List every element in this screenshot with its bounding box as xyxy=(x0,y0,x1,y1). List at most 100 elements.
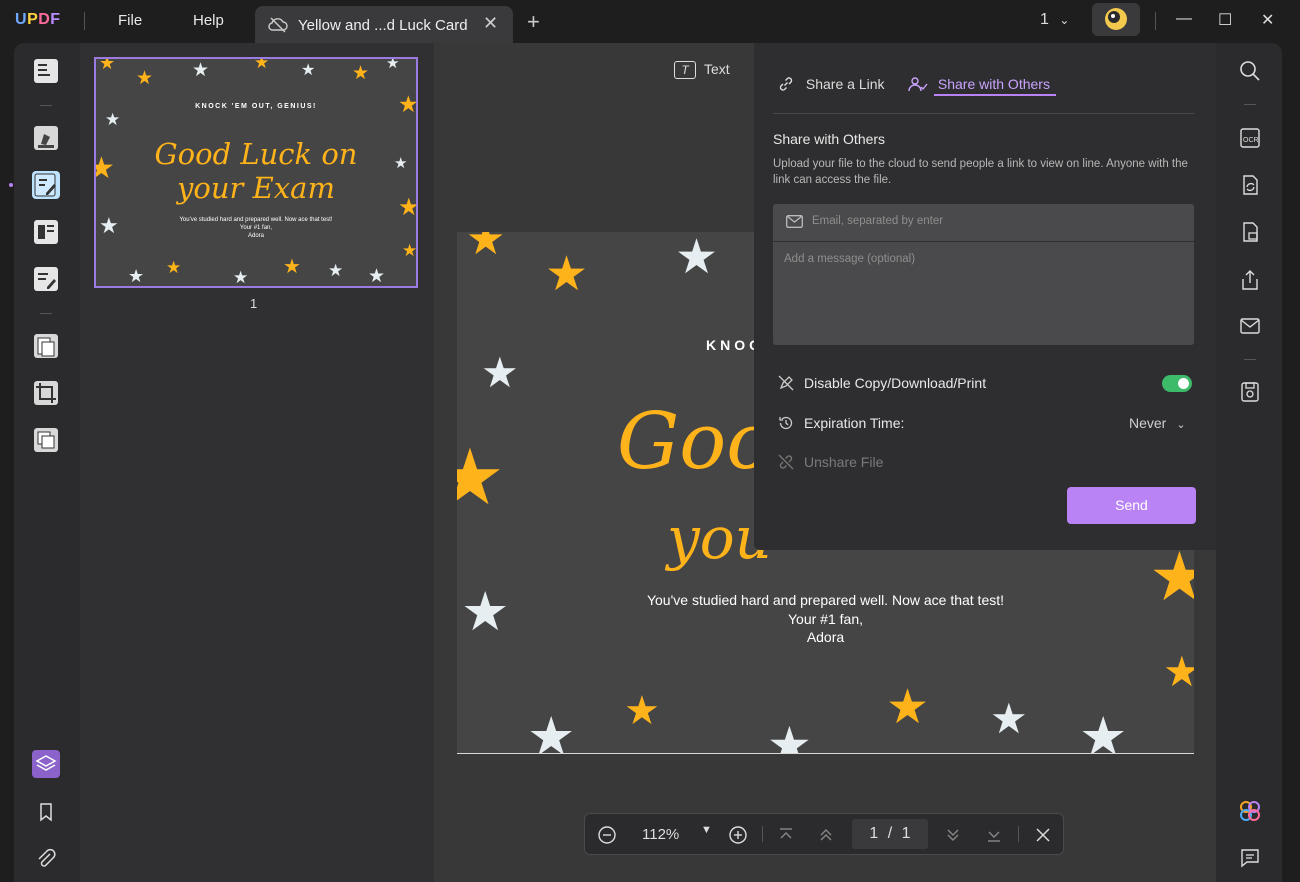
star-icon: ★ xyxy=(624,689,660,733)
tab-share-link[interactable]: Share a Link xyxy=(778,76,885,92)
card-body-line: Your #1 fan, xyxy=(239,225,273,231)
organize-pages-icon[interactable] xyxy=(32,218,60,246)
page-thumbnail[interactable]: ★ ★ ★ ★ ★ ★ ★ ★ ★ ★ ★ ★ ★ ★ ★ ★ ★ ★ ★ ★ … xyxy=(94,57,418,288)
star-icon: ★ xyxy=(402,241,418,260)
cloud-off-icon xyxy=(268,16,288,39)
star-icon: ★ xyxy=(368,266,386,287)
star-icon: ★ xyxy=(457,433,505,521)
section-title: Share with Others xyxy=(773,131,886,147)
tab-share-others-label: Share with Others xyxy=(937,76,1050,92)
star-icon: ★ xyxy=(990,695,1028,742)
active-tab-underline xyxy=(934,94,1056,96)
no-edit-icon xyxy=(778,375,794,391)
tab-close-icon[interactable]: ✕ xyxy=(483,13,498,34)
card-body-line: You've studied hard and prepared well. N… xyxy=(179,217,333,223)
message-field[interactable]: Add a message (optional) xyxy=(773,242,1194,345)
card-heading: KNOCK 'EM OUT, GENIUS! xyxy=(195,103,317,110)
people-icon xyxy=(908,76,932,92)
close-window-button[interactable]: ✕ xyxy=(1261,10,1274,30)
page-selector[interactable]: 1 ⌄ xyxy=(1040,11,1069,29)
reader-icon[interactable] xyxy=(32,57,60,85)
toolbar-divider xyxy=(40,313,52,314)
disable-copy-toggle[interactable] xyxy=(1162,375,1192,392)
email-placeholder: Email, separated by enter xyxy=(812,215,944,227)
form-icon[interactable] xyxy=(32,265,60,293)
convert-file-icon[interactable] xyxy=(1238,173,1262,197)
unshare-label: Unshare File xyxy=(804,454,884,470)
crop-icon[interactable] xyxy=(32,379,60,407)
close-toolbar-icon[interactable] xyxy=(1034,826,1052,849)
toolbar-divider xyxy=(1244,104,1256,105)
page-bottom-line xyxy=(457,753,1194,754)
tab-divider xyxy=(773,113,1194,114)
share-panel: Share a Link Share with Others Share wit… xyxy=(754,43,1216,550)
bottom-toolbar: 112% ▼ 1 / 1 xyxy=(584,813,1064,855)
expiration-dropdown[interactable]: Never ⌄ xyxy=(1129,415,1186,431)
card-body-line: You've studied hard and prepared well. N… xyxy=(646,592,1005,608)
star-icon: ★ xyxy=(886,681,930,734)
ocr-icon[interactable]: OCR xyxy=(1238,126,1262,150)
active-indicator xyxy=(9,183,13,187)
svg-text:OCR: OCR xyxy=(1243,137,1259,144)
comment-icon[interactable] xyxy=(1238,846,1262,870)
toolbar-divider xyxy=(1018,826,1019,842)
unlink-icon xyxy=(778,454,794,470)
compress-icon[interactable] xyxy=(32,426,60,454)
last-page-icon[interactable] xyxy=(985,826,1003,849)
title-divider xyxy=(84,12,85,30)
card-body-line: Adora xyxy=(247,233,264,239)
layers-icon[interactable] xyxy=(32,750,60,778)
page-number-field[interactable]: 1 / 1 xyxy=(852,819,928,849)
right-toolbar: OCR xyxy=(1216,43,1282,882)
text-tool-button[interactable]: T Text xyxy=(674,61,730,80)
share-icon[interactable] xyxy=(1238,268,1262,292)
save-icon[interactable] xyxy=(1238,380,1262,404)
unshare-file-button[interactable]: Unshare File xyxy=(778,454,883,470)
menu-help[interactable]: Help xyxy=(193,12,224,29)
menu-file[interactable]: File xyxy=(118,12,142,29)
protect-icon[interactable] xyxy=(1238,220,1262,244)
tab-share-link-label: Share a Link xyxy=(805,76,885,92)
total-pages: 1 xyxy=(901,825,911,842)
chevron-down-icon: ⌄ xyxy=(1059,13,1070,27)
star-icon: ★ xyxy=(352,63,370,84)
expiration-value: Never xyxy=(1129,415,1167,431)
document-tab[interactable]: Yellow and ...d Luck Card ✕ xyxy=(255,6,513,43)
star-icon: ★ xyxy=(1163,648,1194,695)
tab-share-with-others[interactable]: Share with Others xyxy=(908,76,1050,92)
title-divider xyxy=(1155,12,1156,30)
card-script-line: Good Luck on xyxy=(154,137,358,171)
zoom-dropdown-icon[interactable]: ▼ xyxy=(701,824,712,836)
toolbar-divider xyxy=(762,826,763,842)
maximize-button[interactable]: ☐ xyxy=(1218,10,1232,30)
star-icon: ★ xyxy=(527,707,576,754)
zoom-level[interactable]: 112% xyxy=(642,826,679,843)
avatar[interactable] xyxy=(1092,3,1140,36)
edit-pdf-icon[interactable] xyxy=(32,171,60,199)
link-icon xyxy=(778,76,798,92)
new-tab-button[interactable]: + xyxy=(527,9,540,35)
email-field[interactable]: Email, separated by enter xyxy=(773,204,1194,241)
zoom-out-icon[interactable] xyxy=(597,825,617,850)
page-separator: / xyxy=(887,825,893,842)
title-bar: UPDF File Help Yellow and ...d Luck Card… xyxy=(0,0,1300,43)
first-page-icon[interactable] xyxy=(777,826,795,849)
previous-page-icon[interactable] xyxy=(817,826,835,849)
bookmark-icon[interactable] xyxy=(32,798,60,826)
star-icon: ★ xyxy=(767,717,812,754)
attachment-icon[interactable] xyxy=(32,845,60,873)
zoom-in-icon[interactable] xyxy=(728,825,748,850)
thumbnail-page-number: 1 xyxy=(250,296,258,311)
search-icon[interactable] xyxy=(1238,59,1262,83)
convert-icon[interactable] xyxy=(32,332,60,360)
highlighter-icon[interactable] xyxy=(32,124,60,152)
star-icon: ★ xyxy=(254,57,270,72)
share-description: Upload your file to the cloud to send pe… xyxy=(773,158,1188,186)
minimize-button[interactable]: — xyxy=(1176,10,1192,28)
toolbar-divider xyxy=(1244,359,1256,360)
ai-assistant-icon[interactable] xyxy=(1238,799,1262,823)
email-icon[interactable] xyxy=(1238,314,1262,338)
send-button[interactable]: Send xyxy=(1067,487,1196,524)
next-page-icon[interactable] xyxy=(944,826,962,849)
thumbnail-panel: ★ ★ ★ ★ ★ ★ ★ ★ ★ ★ ★ ★ ★ ★ ★ ★ ★ ★ ★ ★ … xyxy=(80,43,434,882)
